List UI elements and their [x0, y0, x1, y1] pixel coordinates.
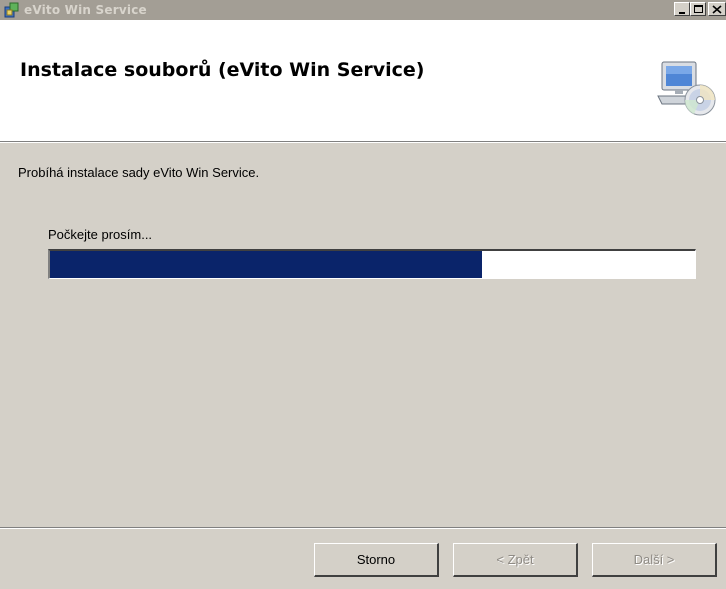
progress-fill [50, 251, 483, 278]
maximize-button[interactable] [690, 2, 706, 16]
computer-cd-icon [656, 60, 720, 124]
maximize-icon [694, 5, 703, 13]
status-text: Probíhá instalace sady eVito Win Service… [18, 165, 260, 180]
title-bar[interactable]: eVito Win Service [0, 0, 726, 20]
close-icon [712, 5, 722, 14]
next-button[interactable]: Další > [592, 543, 717, 577]
close-button[interactable] [708, 2, 726, 16]
installer-icon [4, 2, 20, 18]
window-title: eVito Win Service [24, 3, 147, 17]
page-title: Instalace souborů (eVito Win Service) [20, 59, 425, 81]
minimize-button[interactable] [674, 2, 690, 16]
cancel-button[interactable]: Storno [314, 543, 439, 577]
footer-separator [0, 527, 726, 529]
installer-window: eVito Win Service Instalace souborů (eVi… [0, 0, 726, 589]
minimize-icon [679, 12, 685, 14]
progress-bar [48, 249, 696, 279]
progress-label: Počkejte prosím... [48, 227, 153, 242]
banner-separator [0, 142, 726, 143]
back-button[interactable]: < Zpět [453, 543, 578, 577]
header-banner: Instalace souborů (eVito Win Service) [0, 20, 726, 142]
